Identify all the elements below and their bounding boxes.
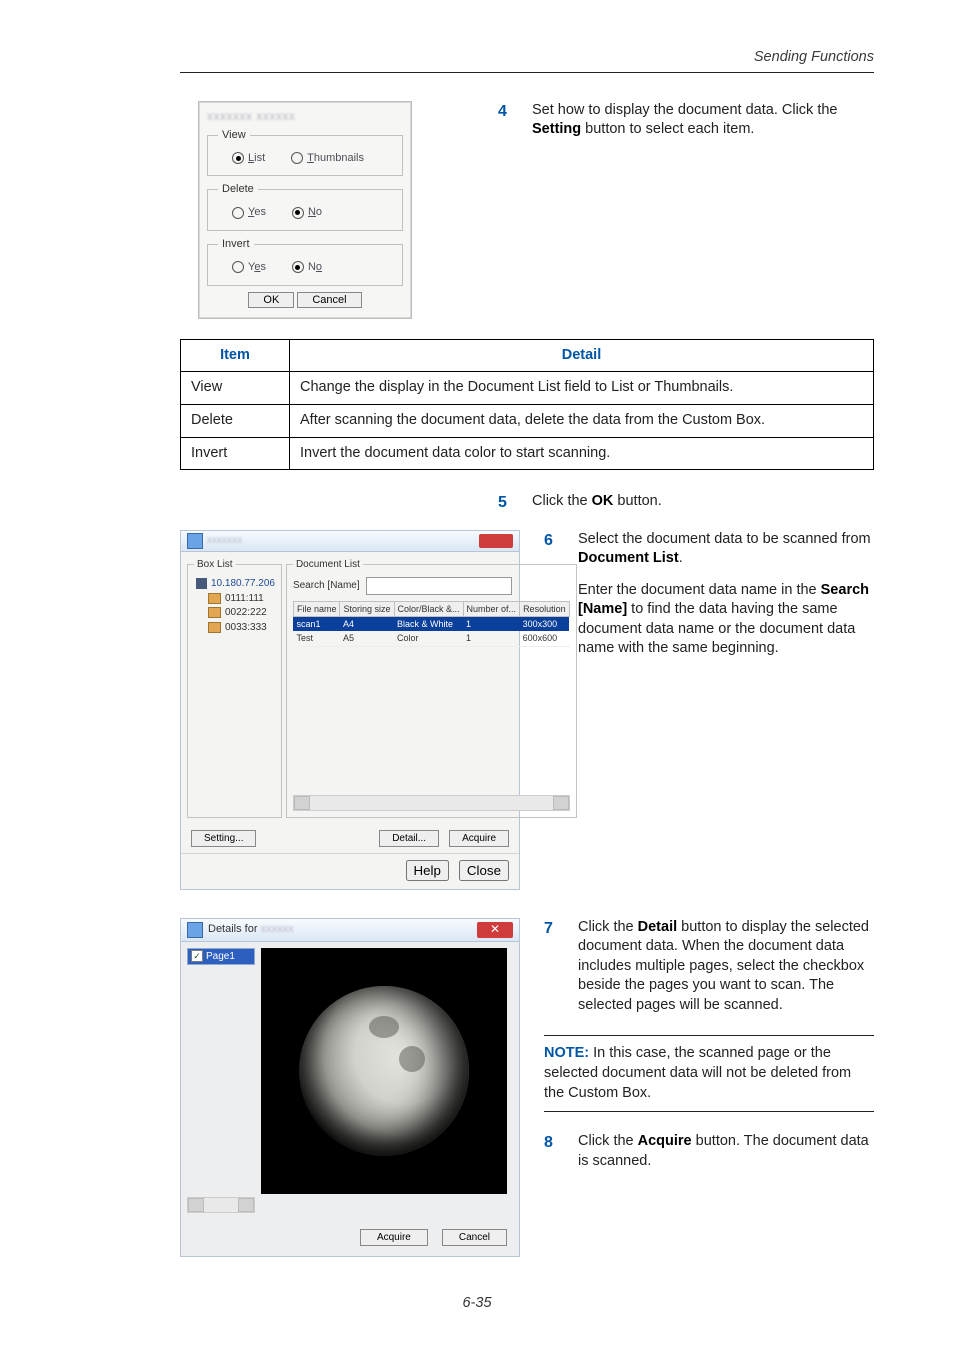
view-thumbnails-radio[interactable]: Thumbnails (291, 151, 364, 166)
pages-empty (187, 965, 255, 1197)
box-root[interactable]: 10.180.77.206 (196, 577, 275, 591)
acquire-button[interactable]: Acquire (449, 830, 509, 847)
details-dialog: Details for xxxxxx ✕ Page1 (180, 918, 520, 1258)
view-legend: View (218, 128, 250, 143)
box-item[interactable]: 0111:111 (196, 592, 275, 606)
list-item[interactable]: TestA5Color1600x600 (293, 631, 569, 645)
list-scrollbar[interactable] (293, 795, 570, 811)
step4-text: Set how to display the document data. Cl… (532, 101, 874, 140)
scanner-close-icon[interactable] (479, 534, 513, 548)
help-button[interactable]: Help (406, 860, 449, 881)
view-list-radio[interactable]: List (232, 151, 265, 166)
col-size[interactable]: Storing size (340, 602, 394, 617)
settings-ok-button[interactable]: OK (248, 292, 294, 308)
box-item[interactable]: 0022:222 (196, 606, 275, 620)
invert-legend: Invert (218, 237, 254, 252)
delete-yes-radio[interactable]: Yes (232, 205, 266, 220)
machine-icon (196, 578, 207, 589)
table-row: Invert Invert the document data color to… (181, 437, 874, 470)
step7-text: Click the Detail button to display the s… (578, 918, 874, 1016)
step5-number: 5 (498, 492, 518, 514)
delete-legend: Delete (218, 182, 258, 197)
table-row: Delete After scanning the document data,… (181, 404, 874, 437)
box-icon (208, 593, 221, 604)
document-list-table: File name Storing size Color/Black &... … (293, 601, 570, 645)
pages-scrollbar[interactable] (187, 1197, 255, 1213)
list-empty-area (293, 646, 570, 795)
details-app-icon (187, 922, 203, 938)
invert-group: Invert Yes No (207, 237, 403, 286)
page-row[interactable]: Page1 (187, 948, 255, 966)
details-close-icon[interactable]: ✕ (477, 922, 513, 938)
page-checkbox[interactable] (191, 950, 203, 962)
page-number: 6-35 (0, 1294, 954, 1314)
box-icon (208, 607, 221, 618)
view-group: View List Thumbnails (207, 128, 403, 177)
delete-group: Delete Yes No (207, 182, 403, 231)
th-detail: Detail (290, 339, 874, 372)
th-item: Item (181, 339, 290, 372)
document-list-legend: Document List (293, 558, 363, 572)
settings-options-table: Item Detail View Change the display in t… (180, 339, 874, 470)
running-head: Sending Functions (180, 48, 874, 68)
details-title-text: Details for xxxxxx (208, 922, 294, 937)
scanner-app-icon (187, 533, 203, 549)
scanner-titlebar: xxxxxxx (181, 531, 519, 552)
close-button[interactable]: Close (459, 860, 509, 881)
step4-number: 4 (498, 101, 518, 140)
note-text: NOTE: In this case, the scanned page or … (544, 1044, 874, 1103)
scanner-title-text: xxxxxxx (207, 534, 242, 548)
col-pages[interactable]: Number of... (463, 602, 520, 617)
search-input[interactable] (366, 577, 512, 595)
preview-area (261, 948, 507, 1194)
step6-number: 6 (544, 530, 564, 659)
step7-number: 7 (544, 918, 564, 1016)
col-filename[interactable]: File name (293, 602, 340, 617)
step8-number: 8 (544, 1132, 564, 1171)
step6-text: Select the document data to be scanned f… (578, 530, 874, 659)
detail-button[interactable]: Detail... (379, 830, 439, 847)
details-titlebar: Details for xxxxxx ✕ (181, 919, 519, 942)
col-color[interactable]: Color/Black &... (394, 602, 463, 617)
step5-text: Click the OK button. (532, 492, 874, 514)
invert-no-radio[interactable]: No (292, 260, 322, 275)
settings-dialog-title: xxxxxxx xxxxxx (207, 108, 403, 124)
running-head-rule (180, 72, 874, 73)
box-list-legend: Box List (194, 558, 236, 572)
details-acquire-button[interactable]: Acquire (360, 1229, 428, 1246)
setting-button[interactable]: Setting... (191, 830, 256, 847)
delete-no-radio[interactable]: No (292, 205, 322, 220)
table-row: View Change the display in the Document … (181, 372, 874, 405)
settings-dialog: xxxxxxx xxxxxx View List Thumbnails Dele… (198, 101, 412, 319)
preview-image-moon (299, 986, 469, 1156)
note-top-rule (544, 1035, 874, 1036)
box-list-group: Box List 10.180.77.206 0111:111 0022:222… (187, 558, 282, 818)
box-icon (208, 622, 221, 633)
details-cancel-button[interactable]: Cancel (442, 1229, 507, 1246)
settings-cancel-button[interactable]: Cancel (297, 292, 361, 308)
step8-text: Click the Acquire button. The document d… (578, 1132, 874, 1171)
invert-yes-radio[interactable]: Yes (232, 260, 266, 275)
box-item[interactable]: 0033:333 (196, 621, 275, 635)
scanner-dialog: xxxxxxx Box List 10.180.77.206 0111:111 … (180, 530, 520, 890)
search-label: Search [Name] (293, 579, 360, 593)
page-label: Page1 (206, 950, 235, 964)
list-item[interactable]: scan1A4Black & White1300x300 (293, 617, 569, 632)
